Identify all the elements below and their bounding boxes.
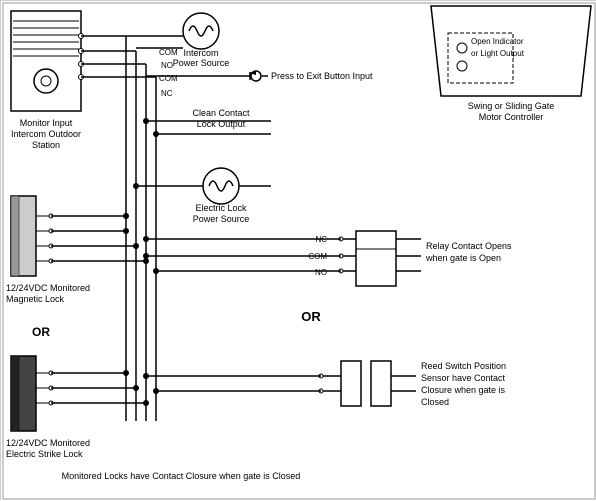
svg-text:12/24VDC Monitored: 12/24VDC Monitored [6,438,90,448]
svg-text:NC: NC [161,89,173,98]
svg-text:Open Indicator: Open Indicator [471,37,524,46]
svg-text:NO: NO [315,268,327,277]
svg-text:Sensor have Contact: Sensor have Contact [421,373,506,383]
svg-text:Intercom Outdoor: Intercom Outdoor [11,129,81,139]
svg-text:Closure when gate is: Closure when gate is [421,385,506,395]
svg-text:Reed Switch Position: Reed Switch Position [421,361,506,371]
svg-text:when gate is Open: when gate is Open [425,253,501,263]
svg-text:12/24VDC Monitored: 12/24VDC Monitored [6,283,90,293]
svg-text:Clean Contact: Clean Contact [192,108,250,118]
svg-text:Relay Contact Opens: Relay Contact Opens [426,241,512,251]
svg-text:OR: OR [32,325,50,339]
svg-text:Swing or Sliding Gate: Swing or Sliding Gate [468,101,555,111]
svg-text:Station: Station [32,140,60,150]
svg-text:Power Source: Power Source [193,214,250,224]
svg-text:Monitored Locks have Contact C: Monitored Locks have Contact Closure whe… [62,471,301,481]
svg-text:Press to Exit Button Input: Press to Exit Button Input [271,71,373,81]
svg-text:Intercom: Intercom [183,48,218,58]
svg-text:Motor Controller: Motor Controller [479,112,544,122]
svg-text:OR: OR [301,309,321,324]
svg-text:COM: COM [159,74,178,83]
svg-text:NO: NO [161,61,173,70]
svg-text:Electric Lock: Electric Lock [195,203,247,213]
svg-text:Power Source: Power Source [173,58,230,68]
svg-text:Monitor Input: Monitor Input [20,118,73,128]
svg-text:or Light Output: or Light Output [471,49,525,58]
svg-text:Electric Strike Lock: Electric Strike Lock [6,449,83,459]
wiring-diagram: Monitor Input Intercom Outdoor Station I… [0,0,596,500]
svg-text:COM: COM [159,48,178,57]
svg-text:Closed: Closed [421,397,449,407]
svg-text:Magnetic Lock: Magnetic Lock [6,294,65,304]
